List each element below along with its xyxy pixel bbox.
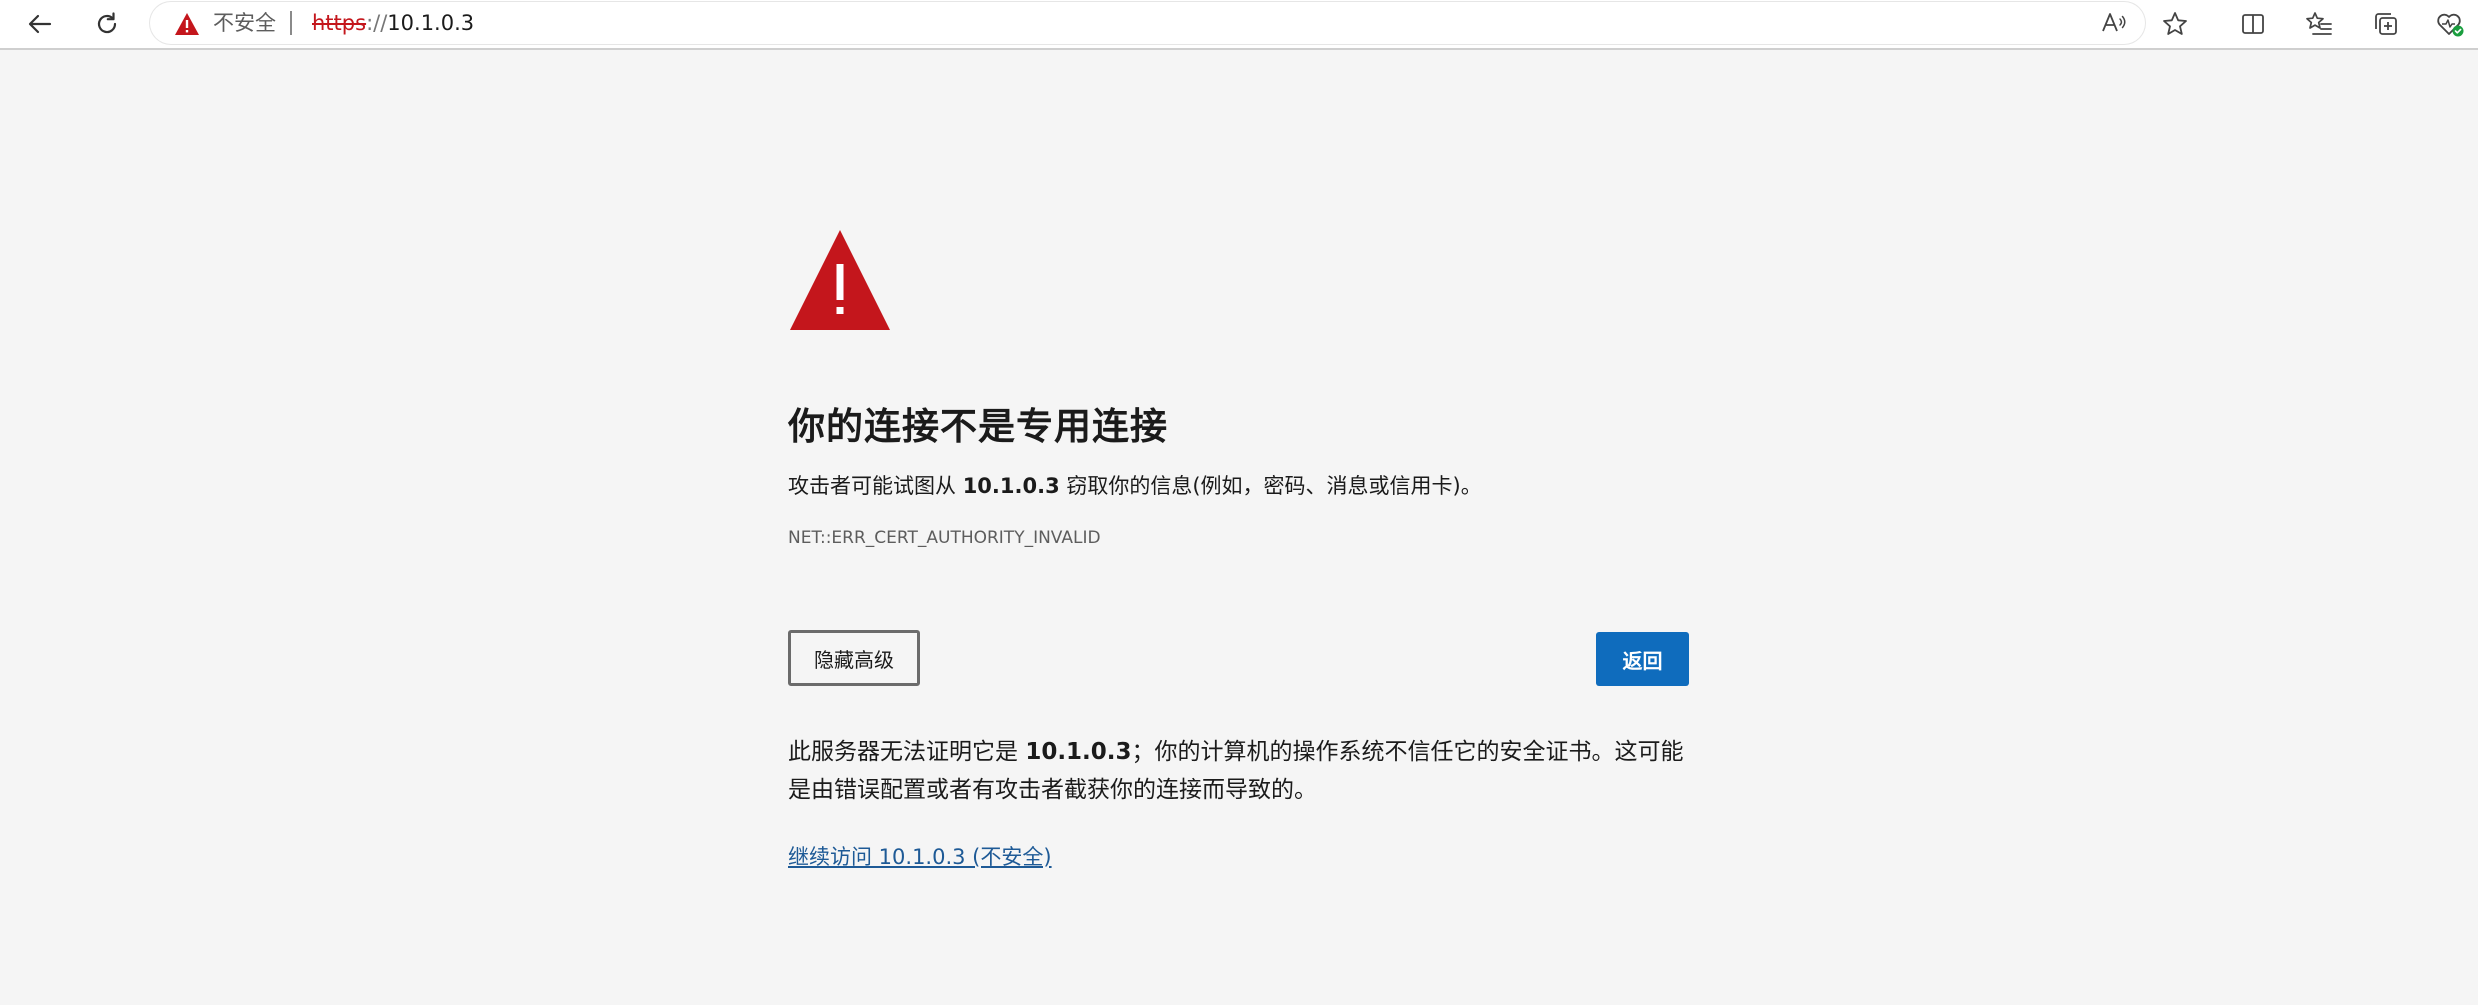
description-suffix: 窃取你的信息(例如，密码、消息或信用卡)。 [1059, 474, 1482, 498]
favorites-list-icon [2306, 12, 2332, 35]
address-divider [290, 11, 292, 35]
favorites-button[interactable] [2299, 4, 2339, 44]
not-secure-label[interactable]: 不安全 [213, 11, 276, 35]
url-text[interactable]: https://10.1.0.3 [312, 11, 474, 35]
refresh-icon [97, 12, 117, 34]
warning-triangle-icon [175, 13, 199, 35]
collections-button[interactable] [2366, 4, 2406, 44]
favorite-star-icon [2163, 12, 2187, 35]
address-bar[interactable]: 不安全 https://10.1.0.3 [150, 2, 2145, 44]
browser-toolbar: 不安全 https://10.1.0.3 [0, 0, 2478, 50]
split-screen-icon [2242, 14, 2264, 34]
proceed-unsafe-link[interactable]: 继续访问 10.1.0.3 (不安全) [788, 841, 1052, 871]
split-screen-button[interactable] [2233, 4, 2273, 44]
page-title: 你的连接不是专用连接 [788, 405, 1168, 448]
add-favorite-button[interactable] [2155, 4, 2195, 44]
collections-icon [2375, 13, 2397, 35]
warning-triangle-icon [790, 230, 890, 330]
url-host: 10.1.0.3 [387, 11, 475, 35]
error-description: 攻击者可能试图从 10.1.0.3 窃取你的信息(例如，密码、消息或信用卡)。 [788, 470, 1482, 500]
browser-essentials-button[interactable] [2430, 4, 2470, 44]
back-arrow-icon [28, 14, 52, 34]
error-code: NET::ERR_CERT_AUTHORITY_INVALID [788, 528, 1101, 548]
read-aloud-icon [2102, 13, 2126, 32]
description-prefix: 攻击者可能试图从 [788, 474, 963, 498]
back-button[interactable] [20, 4, 60, 44]
advanced-details-text: 此服务器无法证明它是 10.1.0.3；你的计算机的操作系统不信任它的安全证书。… [788, 733, 1688, 809]
url-scheme: https [312, 11, 367, 35]
details-prefix: 此服务器无法证明它是 [788, 739, 1026, 765]
url-separator: :// [366, 11, 388, 35]
refresh-button[interactable] [87, 4, 127, 44]
hide-advanced-button[interactable]: 隐藏高级 [788, 630, 920, 686]
browser-essentials-icon [2437, 13, 2464, 37]
back-to-safety-button[interactable]: 返回 [1596, 632, 1689, 686]
details-host: 10.1.0.3 [1025, 739, 1132, 765]
description-host: 10.1.0.3 [962, 474, 1060, 498]
read-aloud-button[interactable] [2096, 2, 2132, 44]
